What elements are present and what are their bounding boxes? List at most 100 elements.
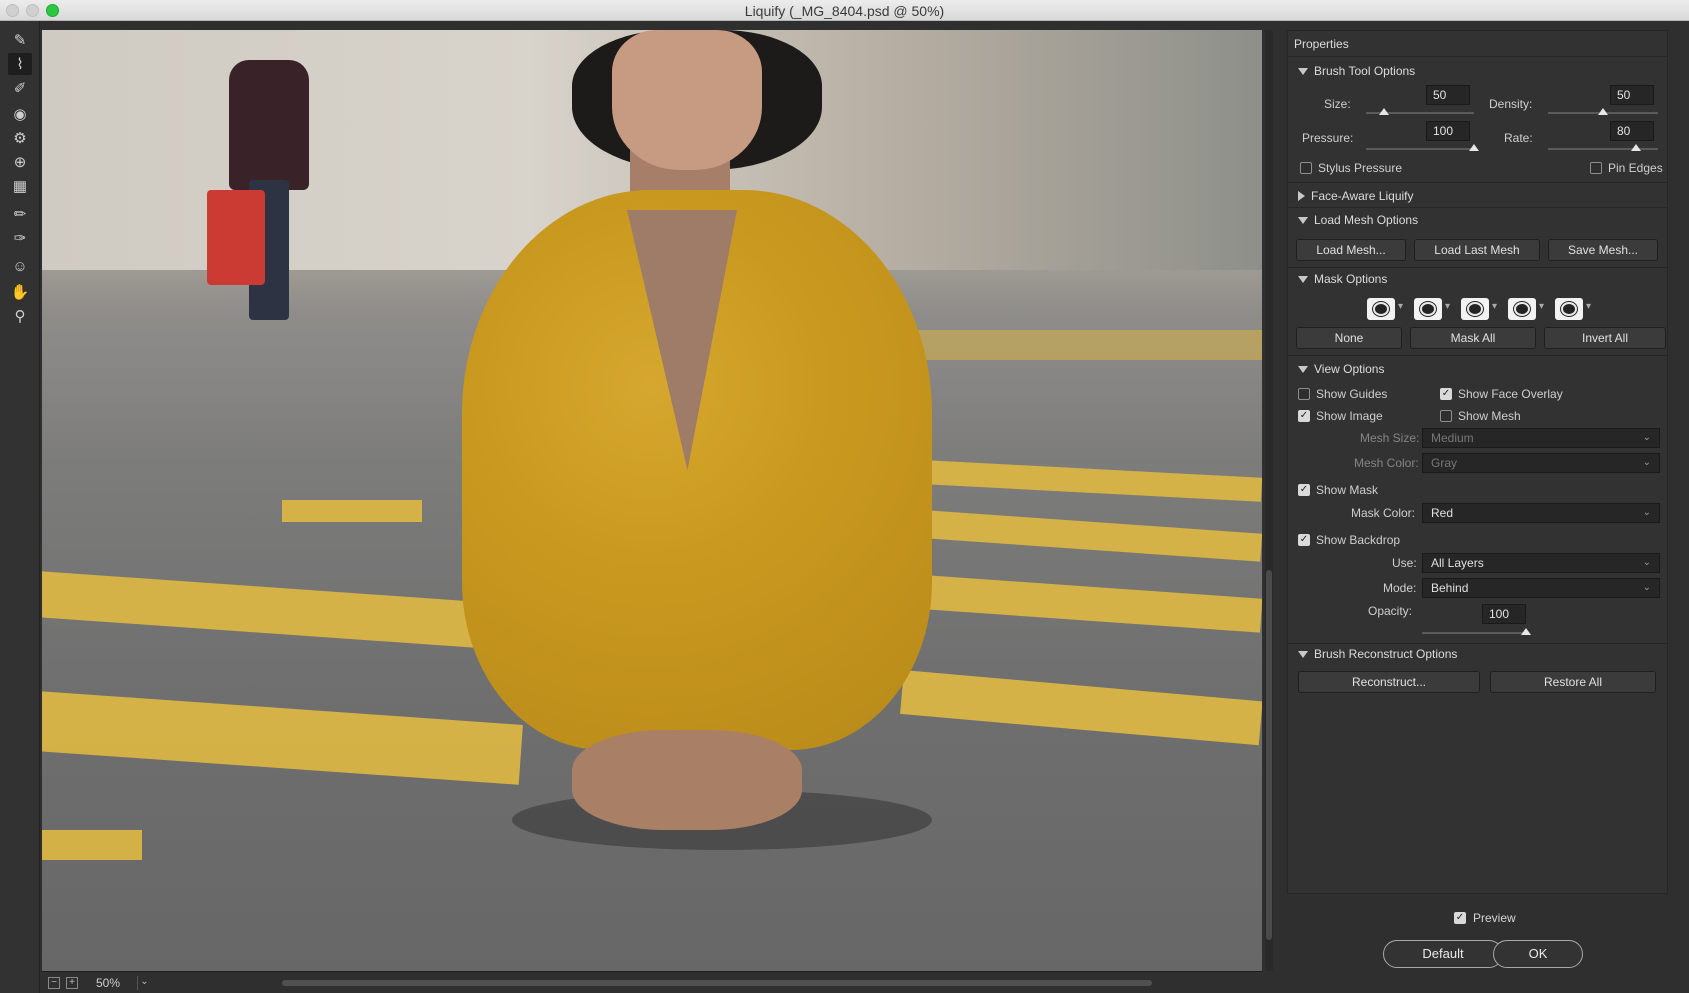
- ok-button[interactable]: OK: [1493, 940, 1583, 968]
- show-backdrop-checkbox[interactable]: ✓: [1298, 534, 1310, 546]
- show-image-checkbox[interactable]: ✓: [1298, 410, 1310, 422]
- mask-none-button[interactable]: None: [1296, 327, 1402, 349]
- bloat-tool-icon[interactable]: ⊕: [8, 151, 32, 173]
- show-guides-checkbox[interactable]: [1298, 388, 1310, 400]
- chevron-down-icon: ⌄: [1642, 507, 1651, 518]
- pin-edges-label: Pin Edges: [1608, 161, 1663, 175]
- brush-reconstruct-options-header[interactable]: Brush Reconstruct Options: [1298, 647, 1457, 661]
- save-mesh-button[interactable]: Save Mesh...: [1548, 239, 1658, 261]
- rate-field[interactable]: 80: [1610, 121, 1654, 141]
- show-mesh-checkbox[interactable]: [1440, 410, 1452, 422]
- twirl-tool-icon[interactable]: ◉: [8, 103, 32, 125]
- mask-color-label: Mask Color:: [1351, 506, 1416, 520]
- density-field[interactable]: 50: [1610, 85, 1654, 105]
- scroll-thumb[interactable]: [1266, 570, 1272, 940]
- show-mask-checkbox[interactable]: ✓: [1298, 484, 1310, 496]
- mesh-size-label: Mesh Size:: [1360, 431, 1420, 445]
- road-stripe: [42, 830, 142, 860]
- mask-dropdown-icon[interactable]: ▾: [1539, 301, 1544, 312]
- face-aware-liquify-header[interactable]: Face-Aware Liquify: [1298, 189, 1414, 203]
- stylus-pressure-checkbox[interactable]: [1300, 162, 1312, 174]
- preview-label: Preview: [1473, 911, 1516, 925]
- mask-all-button[interactable]: Mask All: [1410, 327, 1536, 349]
- reconstruct-tool-icon[interactable]: ⌇: [8, 53, 32, 75]
- invert-all-button[interactable]: Invert All: [1544, 327, 1666, 349]
- mesh-color-label: Mesh Color:: [1354, 456, 1419, 470]
- panel-title: Properties: [1294, 37, 1349, 51]
- show-mask-label: Show Mask: [1316, 483, 1379, 497]
- forward-warp-tool-icon[interactable]: ✎: [8, 29, 32, 51]
- opacity-slider-knob[interactable]: [1521, 628, 1531, 635]
- rate-slider[interactable]: [1548, 144, 1658, 151]
- properties-panel: Properties Brush Tool Options Size: 50 D…: [1287, 30, 1668, 894]
- canvas-horizontal-scrollbar[interactable]: [282, 980, 1152, 986]
- restore-all-button[interactable]: Restore All: [1490, 671, 1656, 693]
- density-label: Density:: [1489, 97, 1533, 111]
- show-face-overlay-checkbox[interactable]: ✓: [1440, 388, 1452, 400]
- pucker-tool-icon[interactable]: ⚙: [8, 127, 32, 149]
- show-image-label: Show Image: [1316, 409, 1383, 423]
- load-mesh-button[interactable]: Load Mesh...: [1296, 239, 1406, 261]
- replace-selection-icon[interactable]: [1367, 298, 1395, 320]
- load-mesh-options-header[interactable]: Load Mesh Options: [1298, 213, 1418, 227]
- hand-tool-icon[interactable]: ✋: [8, 281, 32, 303]
- use-select[interactable]: All Layers ⌄: [1422, 553, 1660, 573]
- expanded-triangle-icon: [1298, 67, 1308, 75]
- canvas-vertical-scrollbar[interactable]: [1265, 30, 1273, 971]
- mask-dropdown-icon[interactable]: ▾: [1492, 301, 1497, 312]
- mask-color-select[interactable]: Red ⌄: [1422, 503, 1660, 523]
- zoom-level[interactable]: 50%: [96, 976, 120, 990]
- pressure-label: Pressure:: [1302, 131, 1354, 145]
- freeze-mask-tool-icon[interactable]: ✏: [8, 203, 32, 225]
- expanded-triangle-icon: [1298, 275, 1308, 283]
- window-title: Liquify (_MG_8404.psd @ 50%): [744, 3, 945, 19]
- pressure-slider-knob[interactable]: [1469, 144, 1479, 151]
- size-label: Size:: [1324, 97, 1351, 111]
- mask-dropdown-icon[interactable]: ▾: [1586, 301, 1591, 312]
- pressure-field[interactable]: 100: [1426, 121, 1470, 141]
- intersect-with-selection-icon[interactable]: [1508, 298, 1536, 320]
- view-options-header[interactable]: View Options: [1298, 362, 1384, 376]
- default-button[interactable]: Default: [1383, 940, 1503, 968]
- smooth-tool-icon[interactable]: ✐: [8, 77, 32, 99]
- pin-edges-checkbox[interactable]: [1590, 162, 1602, 174]
- opacity-field[interactable]: 100: [1482, 604, 1526, 624]
- subtract-from-selection-icon[interactable]: [1461, 298, 1489, 320]
- load-last-mesh-button[interactable]: Load Last Mesh: [1414, 239, 1540, 261]
- add-to-selection-icon[interactable]: [1414, 298, 1442, 320]
- show-face-overlay-label: Show Face Overlay: [1458, 387, 1563, 401]
- preview-checkbox[interactable]: ✓: [1454, 912, 1466, 924]
- mesh-size-select[interactable]: Medium ⌄: [1422, 428, 1660, 448]
- invert-selection-icon[interactable]: [1555, 298, 1583, 320]
- face-tool-icon[interactable]: ☺: [8, 255, 32, 277]
- mask-dropdown-icon[interactable]: ▾: [1445, 301, 1450, 312]
- size-slider-knob[interactable]: [1379, 108, 1390, 115]
- zoom-dropdown-icon[interactable]: ⌄: [137, 976, 151, 990]
- expanded-triangle-icon: [1298, 216, 1308, 224]
- mask-options-header[interactable]: Mask Options: [1298, 272, 1387, 286]
- reconstruct-button[interactable]: Reconstruct...: [1298, 671, 1480, 693]
- pressure-slider[interactable]: [1366, 144, 1479, 151]
- mesh-color-select[interactable]: Gray ⌄: [1422, 453, 1660, 473]
- zoom-in-icon[interactable]: +: [66, 977, 78, 989]
- rate-slider-knob[interactable]: [1631, 144, 1641, 151]
- push-left-tool-icon[interactable]: ▦: [8, 175, 32, 197]
- mode-select[interactable]: Behind ⌄: [1422, 578, 1660, 598]
- thaw-mask-tool-icon[interactable]: ✑: [8, 227, 32, 249]
- density-slider-knob[interactable]: [1598, 108, 1608, 115]
- zoom-out-icon[interactable]: −: [48, 977, 60, 989]
- chevron-down-icon: ⌄: [1642, 557, 1651, 568]
- image-canvas[interactable]: [42, 30, 1262, 971]
- size-slider[interactable]: [1366, 108, 1474, 115]
- show-guides-label: Show Guides: [1316, 387, 1388, 401]
- title-bar: Liquify (_MG_8404.psd @ 50%): [0, 0, 1689, 21]
- density-slider[interactable]: [1548, 108, 1658, 115]
- liquify-window: Liquify (_MG_8404.psd @ 50%) ✎ ⌇ ✐ ◉ ⚙ ⊕…: [0, 0, 1689, 993]
- mask-dropdown-icon[interactable]: ▾: [1398, 301, 1403, 312]
- size-field[interactable]: 50: [1426, 85, 1470, 105]
- opacity-slider[interactable]: [1422, 628, 1531, 635]
- brush-tool-options-header[interactable]: Brush Tool Options: [1298, 64, 1415, 78]
- zoom-tool-icon[interactable]: ⚲: [8, 305, 32, 327]
- show-mesh-label: Show Mesh: [1458, 409, 1521, 423]
- expanded-triangle-icon: [1298, 650, 1308, 658]
